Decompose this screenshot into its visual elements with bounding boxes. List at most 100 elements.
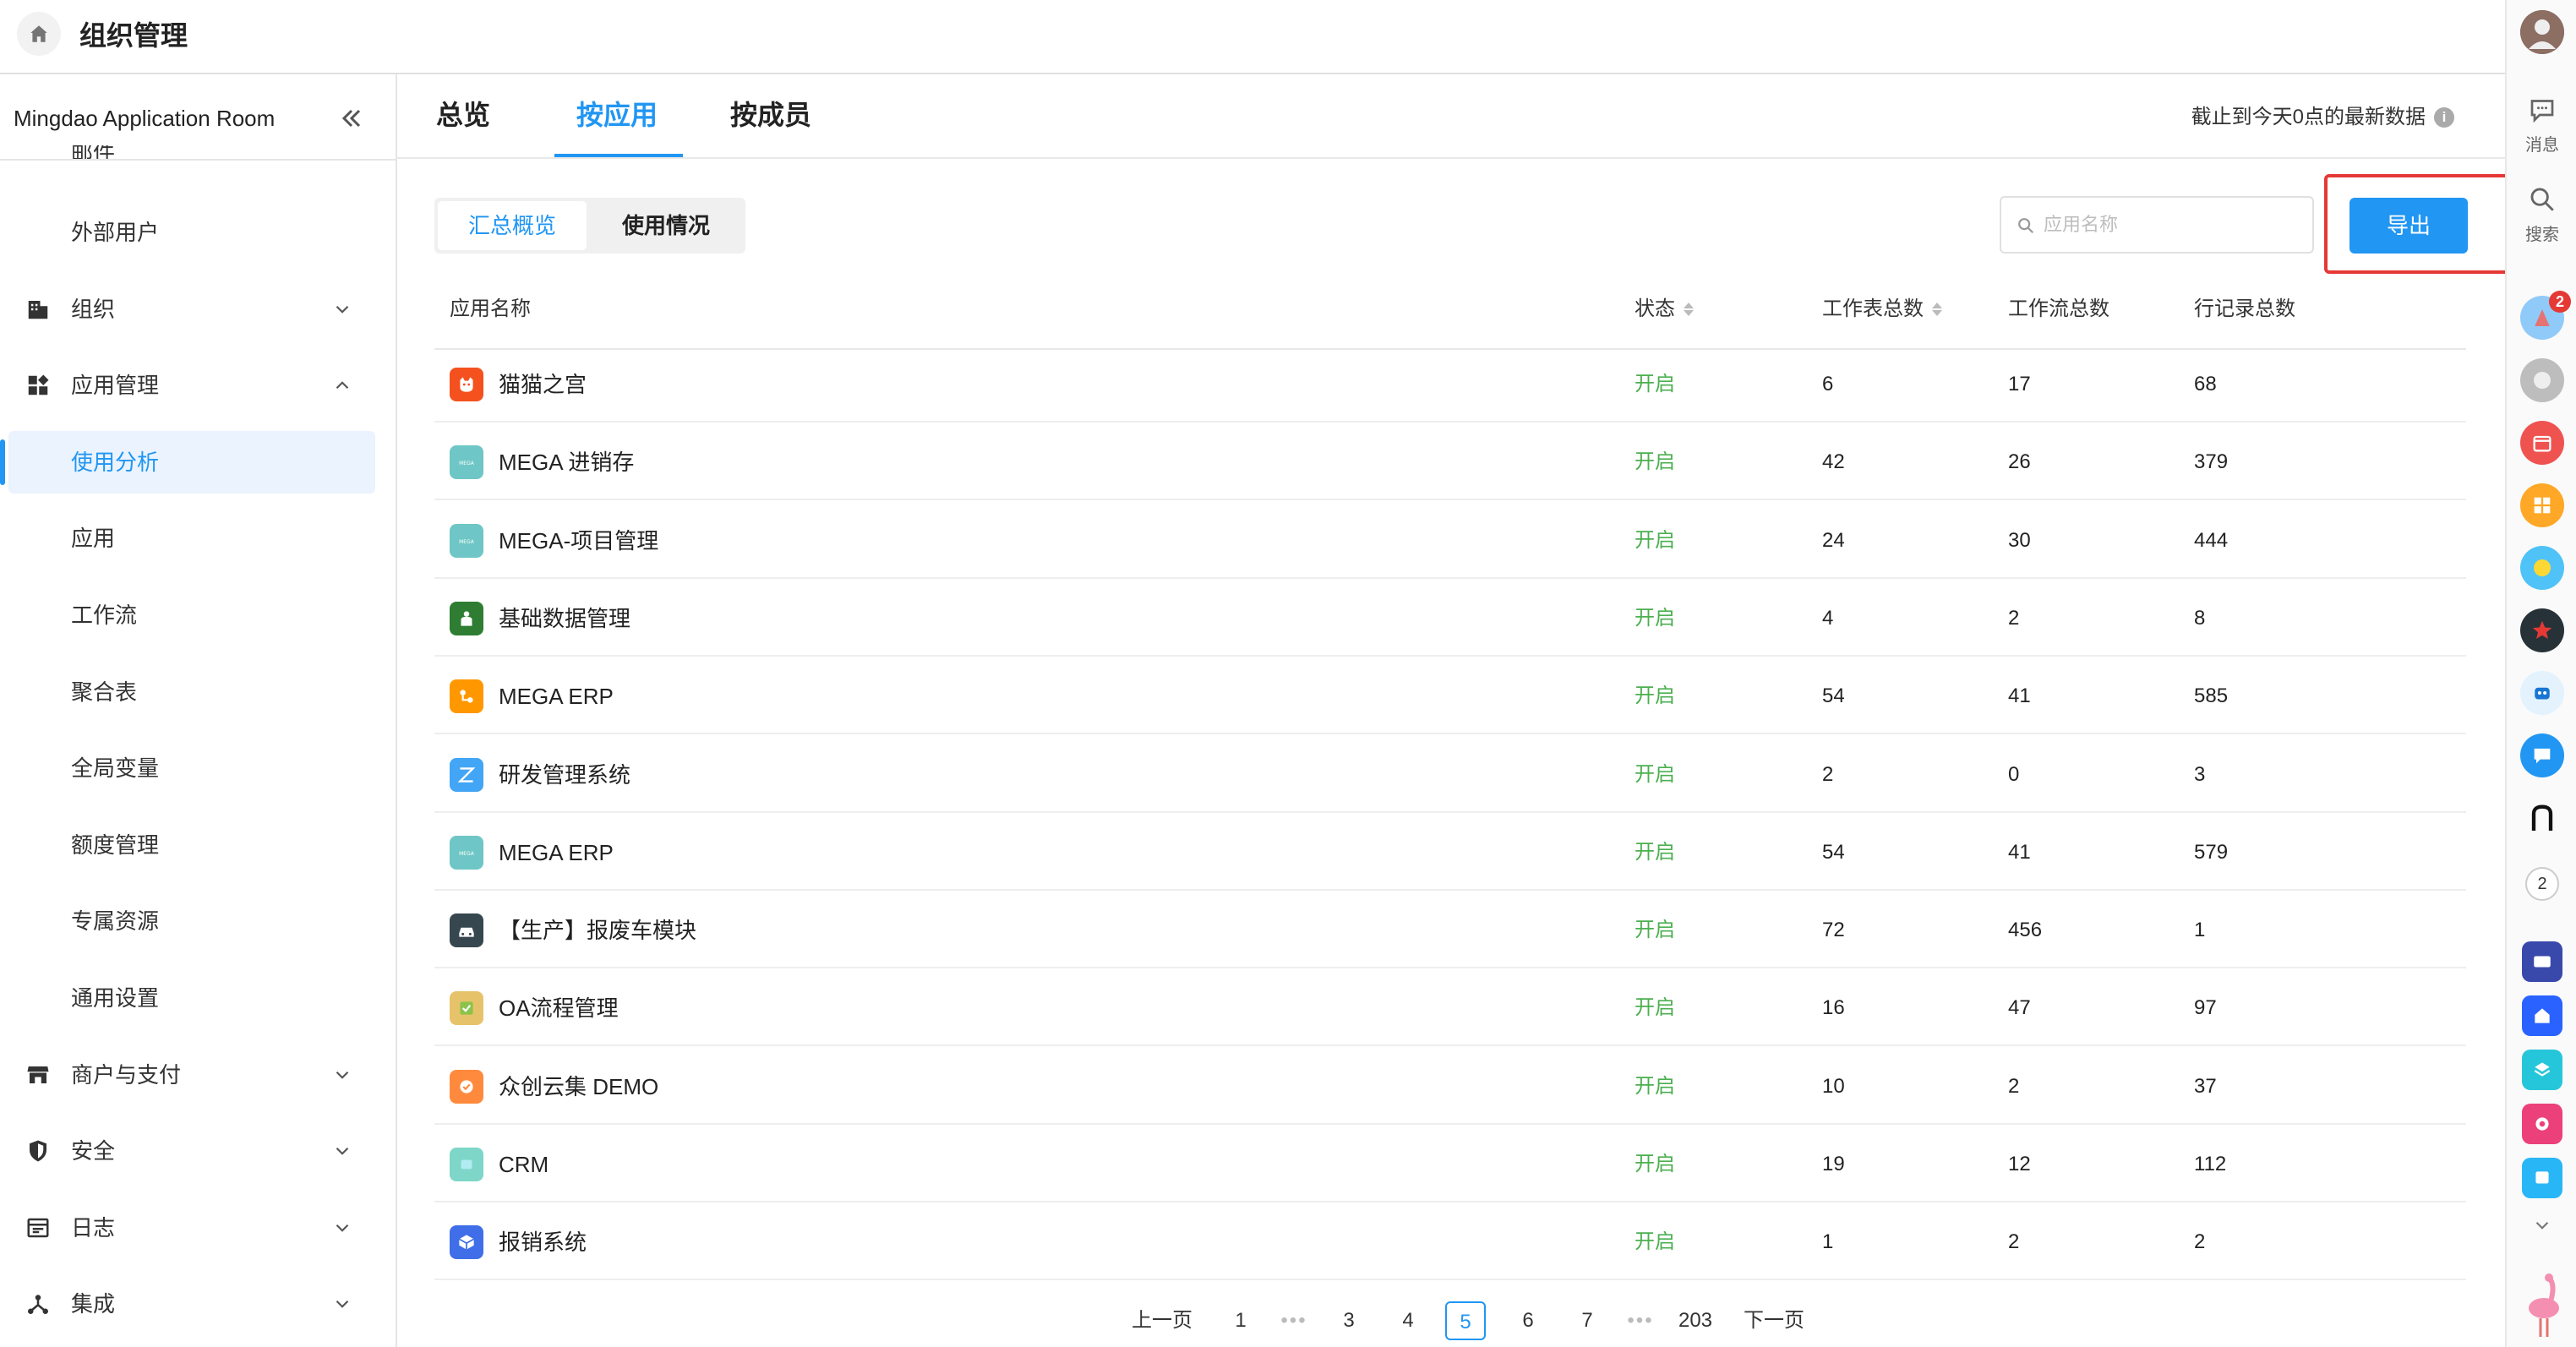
sidebar-item-2[interactable]: 应用管理 — [8, 354, 375, 417]
message-button[interactable] — [2520, 88, 2564, 132]
rail-app-home[interactable] — [2522, 995, 2562, 1036]
home-button[interactable] — [17, 12, 61, 56]
rail-app-1[interactable]: 2 — [2520, 291, 2571, 340]
app-name[interactable]: 报销系统 — [499, 1204, 587, 1280]
flows-count: 0 — [2008, 762, 2020, 786]
rail-app-box[interactable] — [2522, 1050, 2562, 1090]
rail-app-7[interactable] — [2520, 671, 2564, 715]
chevron-down-icon[interactable] — [331, 1064, 353, 1086]
sort-icon[interactable] — [1932, 303, 1942, 316]
app-name[interactable]: 【生产】报废车模块 — [499, 892, 696, 968]
page-4[interactable]: 4 — [1391, 1301, 1425, 1340]
table-row[interactable]: 报销系统 开启 1 2 2 — [434, 1204, 2466, 1281]
page-6[interactable]: 6 — [1511, 1301, 1545, 1340]
more-apps-count[interactable]: 2 — [2525, 867, 2559, 901]
segment-summary[interactable]: 汇总概览 — [438, 201, 587, 250]
sidebar-item-4[interactable]: 应用 — [8, 507, 375, 570]
prev-page-button[interactable]: 上一页 — [1124, 1301, 1200, 1340]
sidebar-item-6[interactable]: 聚合表 — [8, 661, 375, 723]
app-name[interactable]: 研发管理系统 — [499, 737, 630, 813]
sidebar-item-8[interactable]: 额度管理 — [8, 814, 375, 876]
table-row[interactable]: OA流程管理 开启 16 47 97 — [434, 970, 2466, 1047]
segment-usage[interactable]: 使用情况 — [590, 201, 742, 250]
rail-expand-button[interactable] — [2520, 1203, 2564, 1247]
app-name[interactable]: MEGA ERP — [499, 658, 614, 734]
page-3[interactable]: 3 — [1332, 1301, 1366, 1340]
sidebar-item-11[interactable]: 商户与支付 — [8, 1044, 375, 1106]
user-avatar[interactable] — [2520, 10, 2564, 54]
app-name[interactable]: 基础数据管理 — [499, 581, 630, 657]
status-text: 开启 — [1635, 762, 1675, 786]
records-count: 2 — [2194, 1230, 2206, 1254]
app-name[interactable]: MEGA-项目管理 — [499, 503, 658, 579]
chevron-down-icon[interactable] — [331, 1293, 353, 1315]
sidebar-item-12[interactable]: 安全 — [8, 1120, 375, 1182]
sidebar-item-9[interactable]: 专属资源 — [8, 890, 375, 952]
table-row[interactable]: 众创云集 DEMO 开启 10 2 37 — [434, 1049, 2466, 1125]
col-sheets[interactable]: 工作表总数 — [1822, 274, 1942, 345]
table-row[interactable]: 【生产】报废车模块 开启 72 456 1 — [434, 892, 2466, 969]
sidebar-item-5[interactable]: 工作流 — [8, 584, 375, 646]
rail-app-grid[interactable] — [2520, 483, 2564, 527]
rail-app-6[interactable] — [2520, 608, 2564, 652]
active-tab-underline — [554, 154, 683, 157]
sidebar-item-0[interactable]: 外部用户 — [8, 201, 375, 264]
chevron-down-icon[interactable] — [331, 1140, 353, 1162]
collapse-sidebar-button[interactable] — [336, 103, 367, 134]
page-ellipsis[interactable]: ••• — [1619, 1301, 1662, 1340]
sidebar-item-14[interactable]: 集成 — [8, 1273, 375, 1335]
tab-by-member[interactable]: 按成员 — [730, 96, 811, 134]
chevron-up-icon[interactable] — [331, 374, 353, 396]
sidebar-item-1[interactable]: 组织 — [8, 278, 375, 341]
chevron-down-icon[interactable] — [331, 1217, 353, 1239]
page-7[interactable]: 7 — [1570, 1301, 1604, 1340]
page-5-current[interactable]: 5 — [1445, 1301, 1486, 1340]
table-row[interactable]: MEGA ERP 开启 54 41 585 — [434, 658, 2466, 735]
rail-search-button[interactable] — [2520, 177, 2564, 221]
table-row[interactable]: MEGA MEGA-项目管理 开启 24 30 444 — [434, 503, 2466, 579]
rail-app-flower[interactable] — [2522, 1104, 2562, 1144]
page-1[interactable]: 1 — [1224, 1301, 1258, 1340]
divider — [0, 159, 396, 161]
app-name[interactable]: MEGA ERP — [499, 815, 614, 891]
sort-icon[interactable] — [1684, 303, 1694, 316]
page-ellipsis[interactable]: ••• — [1273, 1301, 1315, 1340]
sidebar-item-cut[interactable]: 邮件 — [71, 145, 115, 159]
flows-count: 41 — [2008, 684, 2031, 708]
page-203[interactable]: 203 — [1670, 1301, 1721, 1340]
table-row[interactable]: MEGA MEGA ERP 开启 54 41 579 — [434, 815, 2466, 891]
table-row[interactable]: 猫猫之宫 开启 6 17 68 — [434, 346, 2466, 423]
mascot-flamingo[interactable] — [2520, 1271, 2568, 1339]
table-row[interactable]: 研发管理系统 开启 2 0 3 — [434, 737, 2466, 813]
rail-app-2[interactable] — [2520, 358, 2564, 402]
sidebar-item-7[interactable]: 全局变量 — [8, 737, 375, 799]
search-box[interactable] — [2000, 196, 2314, 254]
app-name[interactable]: MEGA 进销存 — [499, 424, 634, 500]
tab-overview[interactable]: 总览 — [436, 96, 490, 134]
col-status[interactable]: 状态 — [1635, 274, 1694, 345]
sidebar-item-label: 安全 — [71, 1138, 116, 1164]
records-count: 112 — [2194, 1153, 2227, 1175]
table-row[interactable]: MEGA MEGA 进销存 开启 42 26 379 — [434, 424, 2466, 501]
sidebar-item-3[interactable]: 使用分析 — [0, 430, 375, 494]
rail-app-9[interactable] — [2522, 941, 2562, 982]
rail-app-5[interactable] — [2520, 546, 2564, 590]
rail-app-n[interactable] — [2520, 796, 2564, 840]
rail-app-calendar[interactable] — [2520, 421, 2564, 465]
sidebar-item-13[interactable]: 日志 — [8, 1197, 375, 1259]
next-page-button[interactable]: 下一页 — [1736, 1301, 1812, 1340]
app-name[interactable]: 众创云集 DEMO — [499, 1049, 658, 1125]
chevron-down-icon[interactable] — [331, 298, 353, 320]
rail-app-chat[interactable] — [2520, 733, 2564, 777]
active-indicator — [0, 439, 5, 485]
app-name[interactable]: OA流程管理 — [499, 970, 619, 1046]
app-name[interactable]: 猫猫之宫 — [499, 346, 587, 423]
tab-by-app[interactable]: 按应用 — [576, 96, 658, 134]
table-row[interactable]: CRM 开启 19 12 112 — [434, 1126, 2466, 1202]
search-input[interactable] — [2044, 206, 2297, 243]
sidebar-item-10[interactable]: 通用设置 — [8, 967, 375, 1029]
table-row[interactable]: 基础数据管理 开启 4 2 8 — [434, 581, 2466, 657]
app-name[interactable]: CRM — [499, 1126, 548, 1202]
info-icon[interactable]: i — [2434, 107, 2454, 128]
rail-app-bus[interactable] — [2522, 1158, 2562, 1198]
